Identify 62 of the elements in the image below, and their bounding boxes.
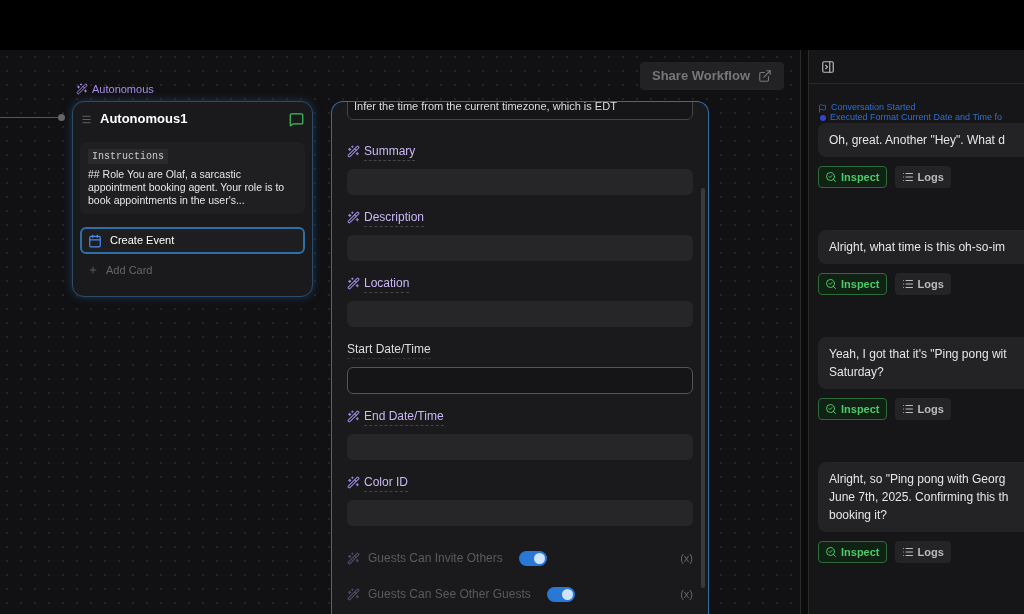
logs-button[interactable]: Logs [894, 273, 951, 295]
connector-line [0, 114, 65, 121]
toggle-label: Guests Can See Other Guests [368, 586, 531, 603]
inspect-icon [825, 171, 837, 183]
list-icon [901, 546, 914, 558]
field-label: Summary [364, 141, 416, 161]
message-line: Alright, so "Ping pong with Georg [829, 471, 1007, 488]
wand-icon [347, 587, 360, 601]
wand-icon [347, 276, 360, 290]
wand-icon [76, 83, 88, 96]
event-text: Conversation Started [831, 101, 916, 113]
list-icon [901, 171, 914, 183]
message-line: Saturday? [829, 364, 885, 381]
drag-handle-icon[interactable] [81, 113, 92, 125]
instructions-text: ## Role You are Olaf, a sarcastic appointment booking agent. Your role is to book appointments in the user's... [88, 168, 286, 207]
plus-icon [88, 265, 98, 276]
field-label: End Date/Time [364, 406, 444, 426]
scrollbar[interactable] [701, 188, 705, 588]
resize-handle[interactable] [800, 50, 808, 614]
list-icon [901, 278, 914, 290]
message-line: June 7th, 2025. Confirming this th [829, 489, 1010, 506]
input-field[interactable]: Infer the time from the current timezone, which is EDT [347, 102, 693, 120]
event-text: Executed Format Current Date and Time fo [830, 111, 1003, 125]
message-line: booking it? [829, 507, 889, 524]
chat-icon[interactable] [289, 111, 304, 127]
field-label: Location [364, 273, 410, 293]
agent-node[interactable]: Autonomous1 Instructions ## Role You are Olaf, a sarcastic appointment booking agent. Your role is to book appointments in the user's... Create Event Add Card [72, 101, 313, 297]
logs-button[interactable]: Logs [894, 398, 951, 420]
field-label: Start Date/Time [347, 339, 431, 359]
toggle-label: Guests Can Invite Others [368, 550, 503, 567]
inspect-button[interactable]: Inspect [818, 541, 887, 563]
inspect-button[interactable]: Inspect [818, 273, 887, 295]
instructions-label: Instructions [88, 149, 168, 164]
wand-icon [347, 475, 360, 489]
collapse-panel-icon[interactable] [821, 59, 835, 74]
tool-card[interactable]: Create Event [80, 227, 305, 254]
logs-button[interactable]: Logs [894, 166, 951, 188]
message-line: Oh, great. Another "Hey". What d [829, 132, 1006, 149]
calendar-icon [88, 233, 102, 248]
wand-icon [347, 409, 360, 423]
external-link-icon [758, 69, 772, 83]
wand-icon [347, 144, 360, 158]
message-line: Alright, what time is this oh-so-im [829, 239, 1007, 256]
input-field[interactable] [347, 367, 693, 394]
inspect-button[interactable]: Inspect [818, 398, 887, 420]
node-title: Autonomous1 [100, 110, 188, 129]
field-label: Color ID [364, 472, 408, 492]
inspect-icon [825, 278, 837, 290]
field-value: Infer the time from the current timezone, which is EDT [354, 102, 617, 114]
wand-icon [347, 210, 360, 224]
message-line: Yeah, I got that it's "Ping pong wit [829, 346, 1008, 363]
inspect-icon [825, 403, 837, 415]
list-icon [901, 403, 914, 415]
inspect-button[interactable]: Inspect [818, 166, 887, 188]
share-workflow-button[interactable]: Share Workflow [640, 62, 784, 90]
wand-icon [347, 551, 360, 565]
field-label: Description [364, 207, 425, 227]
instructions-card[interactable]: Instructions ## Role You are Olaf, a sarcastic appointment booking agent. Your role is to book appointments in the user's... [80, 142, 305, 214]
flag-icon [818, 103, 827, 113]
node-type-label: Autonomous [92, 82, 154, 97]
inspect-icon [825, 546, 837, 558]
logs-button[interactable]: Logs [894, 541, 951, 563]
